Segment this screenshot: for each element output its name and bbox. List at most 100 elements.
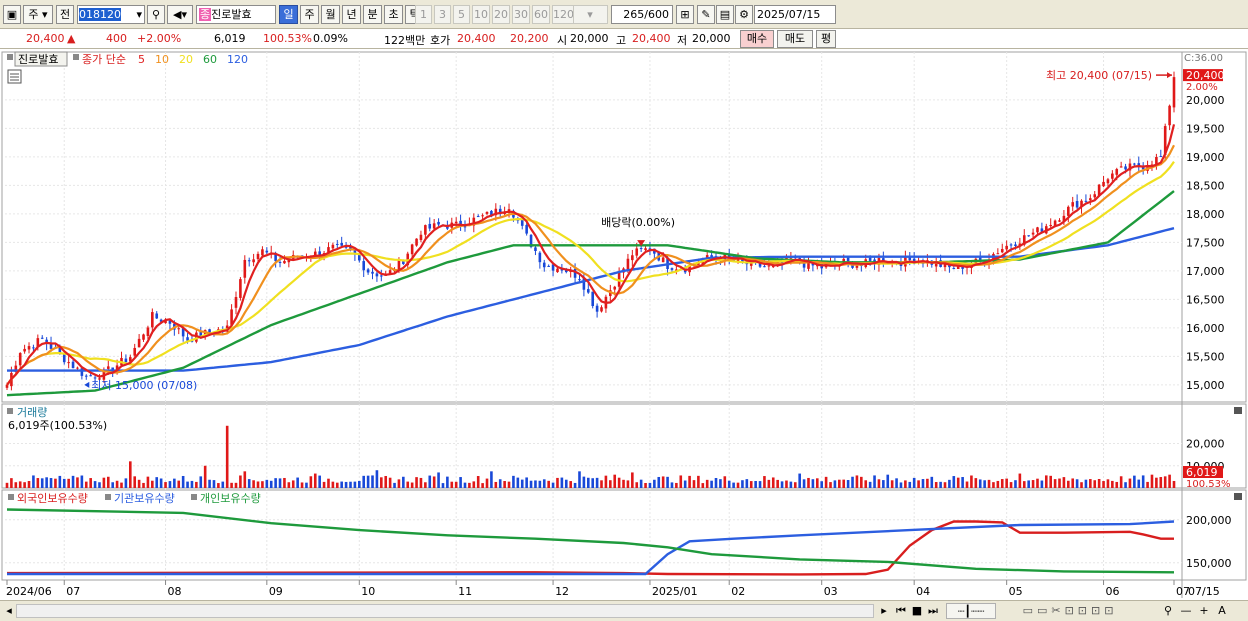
period-tab[interactable]: 월 (321, 5, 340, 24)
volume-bar (719, 479, 722, 488)
sell-button[interactable]: 매도 (777, 30, 813, 48)
zoom-search-icon[interactable]: ⚲ (1160, 603, 1176, 619)
minute-tab[interactable]: 20 (492, 5, 510, 24)
volume-bar (758, 481, 762, 488)
volume-bar (860, 476, 863, 488)
period-tab[interactable]: 주 (300, 5, 319, 24)
volume-bar (498, 479, 502, 488)
window-icon[interactable]: ▣ (3, 5, 21, 24)
draw-tool-icon[interactable]: ✎ (697, 5, 715, 24)
pane-close-icon[interactable] (1234, 493, 1242, 500)
zoom-out-icon[interactable]: — (1178, 603, 1194, 619)
rewind-icon[interactable]: ⏮ (894, 603, 908, 619)
high-price: 20,400 (632, 32, 671, 45)
pane-close-icon[interactable] (1234, 407, 1242, 414)
candle-body (340, 242, 343, 246)
horizontal-scrollbar[interactable] (16, 604, 874, 618)
volume-bar (14, 482, 18, 488)
candle-body (600, 307, 603, 312)
candle-body (996, 253, 1000, 255)
chart-pane-3[interactable] (1, 489, 1247, 581)
candle-body (142, 334, 145, 340)
candle-body (767, 265, 771, 267)
ask-price: 20,400 (457, 32, 496, 45)
volume-bar (446, 476, 449, 488)
candle-body (635, 248, 639, 256)
date-input[interactable]: 2025/07/15 (754, 5, 836, 24)
volume-bar (265, 479, 269, 488)
market-select-2[interactable]: 전 (56, 5, 74, 24)
candle-type-icon[interactable]: ⊞ (676, 5, 694, 24)
forward-icon[interactable]: ⏭ (926, 603, 940, 619)
volume-bar (595, 477, 599, 488)
code-input[interactable]: 018120 ▾ (77, 5, 145, 24)
zoom-in-icon[interactable]: + (1196, 603, 1212, 619)
candle-body (1111, 173, 1114, 179)
period-tab[interactable]: 분 (363, 5, 382, 24)
volume-bar (32, 475, 35, 488)
low-annotation: 최저 15,000 (07/08) (91, 379, 197, 392)
volume-bar (1111, 480, 1114, 488)
minute-tab[interactable]: 30 (512, 5, 530, 24)
minute-tab[interactable]: 5 (453, 5, 470, 24)
candle-body (1168, 105, 1171, 126)
period-tab[interactable]: 초 (384, 5, 403, 24)
minute-tab[interactable]: 3 (434, 5, 451, 24)
minute-tab[interactable]: 120 (552, 5, 574, 24)
volume-bar (930, 476, 934, 488)
candle-body (868, 257, 872, 261)
volume-bar (1075, 479, 1079, 488)
buy-button[interactable]: 매수 (740, 30, 774, 48)
market-select-1[interactable]: 주 ▾ (23, 5, 53, 24)
volume-bar (1022, 481, 1026, 488)
stop-icon[interactable]: ■ (910, 603, 924, 619)
minute-tab[interactable]: 1 (415, 5, 432, 24)
period-tab[interactable]: 년 (342, 5, 361, 24)
candle-body (586, 289, 590, 293)
date-value: 2025/07/15 (757, 8, 821, 21)
scroll-left-icon[interactable]: ◂ (3, 603, 15, 619)
candle-body (437, 221, 440, 225)
period-tab[interactable]: 일 (279, 5, 298, 24)
volume-bar (639, 479, 643, 488)
price-change: 400 (106, 32, 127, 45)
candle-body (415, 238, 418, 246)
volume-bar (269, 480, 273, 488)
volume-title: 거래량 (17, 406, 47, 419)
volume-bar (155, 477, 159, 488)
scroll-right-icon[interactable]: ▸ (878, 603, 890, 619)
chart-area[interactable]: 20,000 19,500 19,000 18,500 18,000 17,500 17,0… (0, 50, 1248, 600)
candle-body (538, 252, 542, 263)
candle-body (234, 297, 238, 308)
volume-bar (10, 478, 13, 488)
minute-tab[interactable]: 60 (532, 5, 550, 24)
candle-body (137, 338, 141, 348)
minute-tab[interactable]: 10 (472, 5, 490, 24)
volume-bar (701, 483, 705, 488)
font-size-icon[interactable]: A (1214, 603, 1230, 619)
speaker-icon[interactable]: ◀▾ (167, 5, 193, 24)
minute-custom-select[interactable]: ▾ (572, 5, 608, 24)
candle-body (106, 366, 110, 369)
volume-bar (838, 479, 841, 488)
chart-pane-2[interactable] (1, 403, 1247, 489)
volume-bar (815, 478, 819, 488)
legend-square-icon (8, 494, 14, 500)
count-input[interactable]: 265/600 (611, 5, 673, 24)
candle-body (27, 346, 31, 350)
zoom-slider[interactable]: ┈┃┈┈ (946, 603, 996, 619)
gear-icon[interactable]: ⚙ (735, 5, 753, 24)
candle-body (639, 248, 643, 250)
volume-bar (54, 478, 57, 488)
trade-amount: 122백만 (384, 34, 426, 47)
candle-body (1119, 166, 1123, 168)
save-icon[interactable]: ▤ (716, 5, 734, 24)
volume-bar (811, 479, 815, 488)
chart-tools-icon[interactable]: ▭▭✂⊡⊡⊡⊡ (1000, 603, 1140, 619)
x-axis-label: 2025/01 (652, 585, 698, 598)
eval-button[interactable]: 평 (816, 30, 836, 48)
candle-body (177, 328, 181, 330)
holding-tick-label: 150,000 (1186, 557, 1232, 570)
stock-name-field[interactable]: 종진로발효 (196, 5, 276, 24)
search-icon[interactable]: ⚲ (147, 5, 165, 24)
